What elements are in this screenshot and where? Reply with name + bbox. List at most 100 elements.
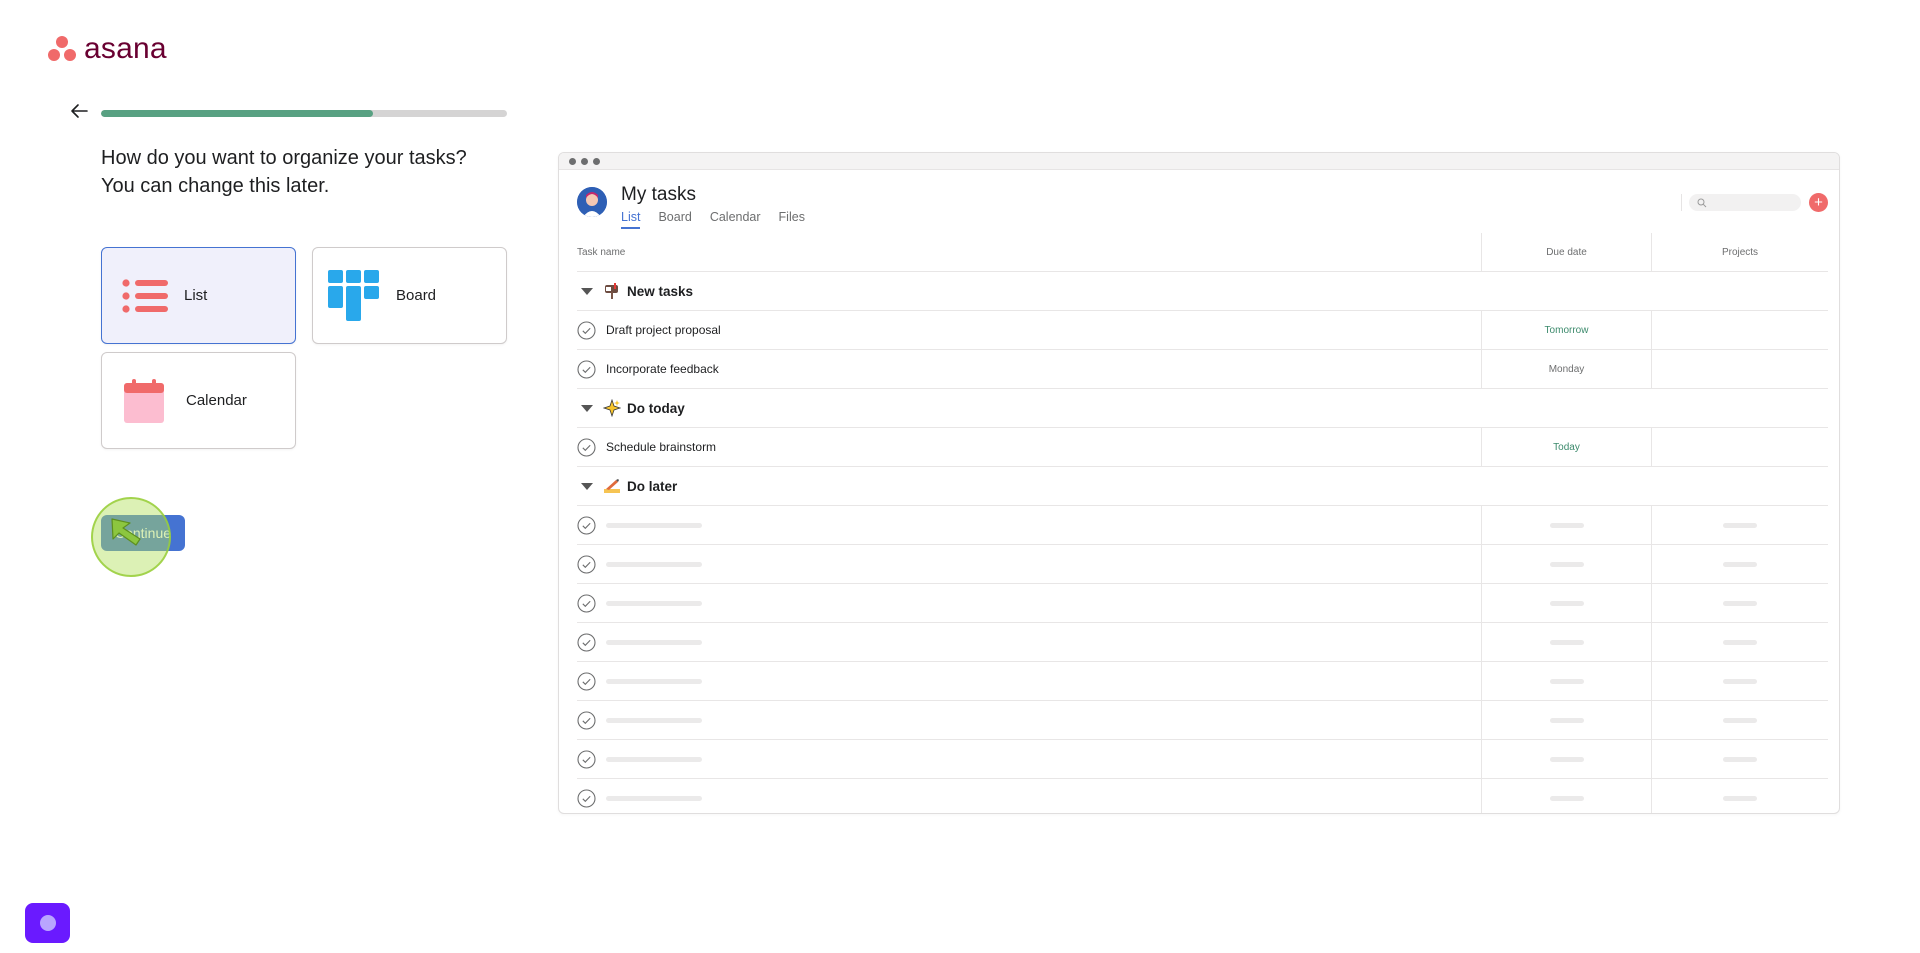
- window-dot-icon: [593, 157, 600, 165]
- placeholder-bar: [1723, 561, 1757, 567]
- tab-calendar[interactable]: Calendar: [710, 210, 761, 229]
- check-circle-icon[interactable]: [577, 710, 596, 730]
- placeholder-bar: [1549, 717, 1584, 723]
- section-title: Do later: [627, 478, 678, 494]
- placeholder-bar: [1549, 561, 1584, 567]
- back-arrow-icon[interactable]: [68, 100, 90, 122]
- caret-down-icon[interactable]: [581, 287, 593, 295]
- section-do-today[interactable]: Do today: [577, 389, 1828, 428]
- avatar: [577, 187, 607, 217]
- task-name[interactable]: Incorporate feedback: [606, 362, 719, 376]
- window-titlebar: [559, 153, 1839, 170]
- my-tasks-preview: My tasks List Board Calendar Files + Tas…: [558, 152, 1840, 814]
- placeholder-bar: [1549, 678, 1584, 684]
- placeholder-row: [577, 662, 1828, 701]
- check-circle-icon[interactable]: [577, 320, 596, 340]
- table-row[interactable]: Draft project proposal Tomorrow: [577, 311, 1828, 350]
- page-question: How do you want to organize your tasks? …: [101, 144, 521, 200]
- option-list[interactable]: List: [101, 247, 296, 344]
- sparkles-icon: [603, 399, 621, 417]
- placeholder-bar: [1723, 639, 1757, 645]
- table-header: Task name Due date Projects: [577, 233, 1828, 272]
- placeholder-bar: [606, 561, 702, 567]
- calendar-icon: [124, 378, 164, 423]
- logo-wordmark: asana: [84, 32, 167, 65]
- placeholder-bar: [1723, 756, 1757, 762]
- option-calendar-label: Calendar: [186, 392, 247, 409]
- placeholder-bar: [1723, 678, 1757, 684]
- continue-button[interactable]: Continue: [101, 515, 185, 551]
- preview-title: My tasks: [621, 184, 696, 205]
- board-icon: [328, 269, 379, 321]
- placeholder-row: [577, 545, 1828, 584]
- placeholder-row: [577, 740, 1828, 779]
- progress-bar-fill: [101, 110, 374, 117]
- placeholder-bar: [1549, 600, 1584, 606]
- caret-down-icon[interactable]: [581, 482, 593, 490]
- tab-list[interactable]: List: [621, 210, 641, 229]
- caret-down-icon[interactable]: [581, 404, 593, 412]
- option-board[interactable]: Board: [312, 247, 507, 344]
- placeholder-bar: [1549, 639, 1584, 645]
- column-task-name: Task name: [577, 233, 1482, 271]
- check-circle-icon[interactable]: [577, 437, 596, 457]
- search-input[interactable]: [1689, 194, 1801, 211]
- placeholder-row: [577, 779, 1828, 813]
- placeholder-bar: [606, 639, 702, 645]
- task-table: Task name Due date Projects New tasks Dr…: [577, 233, 1828, 813]
- placeholder-bar: [606, 678, 702, 684]
- check-circle-icon[interactable]: [577, 632, 596, 652]
- add-task-button[interactable]: +: [1809, 193, 1828, 212]
- placeholder-bar: [606, 717, 702, 723]
- writing-hand-icon: [604, 479, 620, 493]
- task-name[interactable]: Schedule brainstorm: [606, 440, 716, 454]
- section-title: New tasks: [627, 283, 694, 299]
- placeholder-bar: [1549, 522, 1584, 528]
- window-dot-icon: [581, 157, 588, 165]
- placeholder-bar: [1723, 795, 1757, 801]
- placeholder-bar: [606, 522, 702, 528]
- check-circle-icon[interactable]: [577, 554, 596, 574]
- column-due-date: Due date: [1482, 233, 1652, 271]
- column-projects: Projects: [1721, 246, 1759, 258]
- option-list-label: List: [184, 287, 208, 304]
- question-line-1: How do you want to organize your tasks?: [101, 147, 467, 169]
- tab-files[interactable]: Files: [779, 210, 805, 229]
- task-name[interactable]: Draft project proposal: [606, 323, 721, 337]
- placeholder-bar: [606, 600, 702, 606]
- asana-logo: asana: [48, 34, 167, 64]
- tab-board[interactable]: Board: [658, 210, 691, 229]
- progress-bar: [101, 110, 507, 117]
- option-calendar[interactable]: Calendar: [101, 352, 296, 449]
- section-do-later[interactable]: Do later: [577, 467, 1828, 506]
- check-circle-icon[interactable]: [577, 749, 596, 769]
- placeholder-row: [577, 701, 1828, 740]
- preview-header: My tasks List Board Calendar Files +: [559, 170, 1839, 232]
- help-button[interactable]: [25, 903, 70, 943]
- placeholder-bar: [1723, 717, 1757, 723]
- section-new-tasks[interactable]: New tasks: [577, 272, 1828, 311]
- table-row[interactable]: Schedule brainstorm Today: [577, 428, 1828, 467]
- placeholder-row: [577, 506, 1828, 545]
- table-row[interactable]: Incorporate feedback Monday: [577, 350, 1828, 389]
- section-title: Do today: [627, 400, 685, 416]
- search-icon: [1697, 198, 1707, 207]
- check-circle-icon[interactable]: [577, 515, 596, 535]
- check-circle-icon[interactable]: [577, 359, 596, 379]
- preview-tabs: List Board Calendar Files: [621, 210, 805, 229]
- placeholder-row: [577, 584, 1828, 623]
- help-dot-icon: [39, 915, 56, 931]
- check-circle-icon[interactable]: [577, 593, 596, 613]
- placeholder-bar: [1549, 795, 1584, 801]
- mailbox-icon: [605, 283, 618, 299]
- due-date: Monday: [1482, 350, 1652, 388]
- placeholder-bar: [606, 756, 702, 762]
- check-circle-icon[interactable]: [577, 788, 596, 808]
- list-icon: [122, 278, 168, 313]
- placeholder-bar: [1723, 522, 1757, 528]
- placeholder-row: [577, 623, 1828, 662]
- header-divider: [1681, 194, 1682, 211]
- question-line-2: You can change this later.: [101, 175, 330, 197]
- window-dot-icon: [569, 157, 576, 165]
- check-circle-icon[interactable]: [577, 671, 596, 691]
